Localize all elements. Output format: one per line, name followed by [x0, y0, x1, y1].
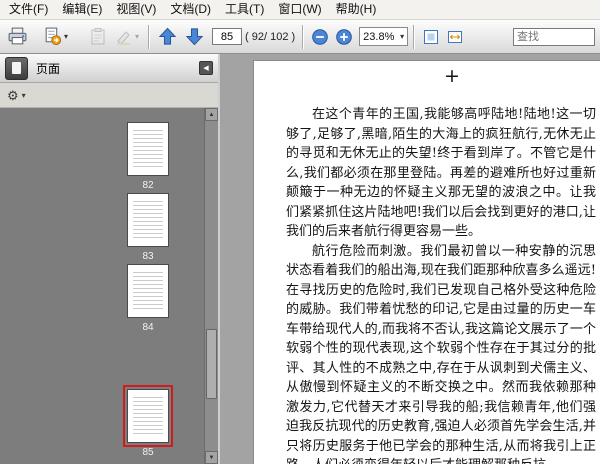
- main-body: 页面 ◀ ⚙ ▾ 82 83 84 85 ▲ ▼ + 在这个青年的王国,我能够高…: [0, 54, 600, 464]
- thumbnail-scrollbar[interactable]: ▲ ▼: [204, 108, 218, 464]
- caret-down-icon: ▾: [400, 32, 405, 41]
- thumbnail-label: 85: [142, 447, 154, 458]
- zoom-out-icon: [312, 28, 328, 45]
- page-text: 在这个青年的王国,我能够高呼陆地!陆地!这一切够了,足够了,黑暗,陌生的大海上的…: [286, 105, 596, 464]
- gear-icon: ⚙: [7, 87, 19, 103]
- page-thumbnail-85[interactable]: 85: [116, 385, 180, 458]
- thumbnail-label: 84: [142, 322, 154, 333]
- menu-edit[interactable]: 编辑(E): [55, 0, 109, 19]
- menu-document[interactable]: 文档(D): [163, 0, 218, 19]
- fit-width-icon: [448, 30, 463, 43]
- highlighter-icon: [117, 30, 131, 45]
- caret-down-icon: ▾: [135, 32, 140, 41]
- scroll-down-button[interactable]: ▼: [205, 451, 218, 464]
- paragraph-1: 在这个青年的王国,我能够高呼陆地!陆地!这一切够了,足够了,黑暗,陌生的大海上的…: [286, 107, 596, 239]
- menu-bar: 文件(F) 编辑(E) 视图(V) 文档(D) 工具(T) 窗口(W) 帮助(H…: [0, 0, 600, 20]
- thumbnail-image: [127, 264, 169, 318]
- collapse-pane-button[interactable]: ◀: [199, 61, 213, 75]
- printer-icon: [8, 27, 27, 45]
- thumbnail-label: 83: [142, 251, 154, 262]
- zoom-in-button[interactable]: [333, 26, 355, 48]
- toolbar-separator: [413, 24, 416, 49]
- caret-down-icon: ▾: [21, 90, 26, 100]
- caret-down-icon: ▾: [64, 32, 69, 41]
- print-button[interactable]: [5, 24, 30, 49]
- thumbnail-image: [127, 193, 169, 247]
- paragraph-2: 航行危险而刺激。我们最初曾以一种安静的沉思状态看着我们的船出海,现在我们距那种欣…: [286, 243, 596, 464]
- clipboard-icon: [91, 27, 105, 44]
- panel-options-row: ⚙ ▾: [0, 83, 218, 108]
- markup-tool-button: ▾: [112, 25, 141, 49]
- page-number-input[interactable]: [212, 28, 243, 45]
- toolbar-separator: [302, 24, 305, 49]
- navigation-pane: 页面 ◀ ⚙ ▾ 82 83 84 85 ▲ ▼: [0, 54, 218, 464]
- crop-mark: +: [444, 65, 460, 87]
- thumbnail-label: 82: [142, 180, 154, 191]
- zoom-value: 23.8%: [363, 30, 395, 43]
- menu-help[interactable]: 帮助(H): [329, 0, 384, 19]
- menu-tools[interactable]: 工具(T): [218, 0, 271, 19]
- arrow-down-icon: [185, 28, 204, 46]
- zoom-out-button[interactable]: [309, 26, 331, 48]
- panel-title: 页面: [36, 61, 61, 76]
- thumbnail-list: 82 83 84 85 ▲ ▼: [0, 108, 218, 464]
- export-button[interactable]: ▾: [40, 24, 70, 49]
- menu-window[interactable]: 窗口(W): [271, 0, 328, 19]
- pdf-page: + 在这个青年的王国,我能够高呼陆地!陆地!这一切够了,足够了,黑暗,陌生的大海…: [253, 60, 600, 464]
- document-view[interactable]: + 在这个青年的王国,我能够高呼陆地!陆地!这一切够了,足够了,黑暗,陌生的大海…: [218, 54, 600, 464]
- arrow-up-icon: [158, 27, 177, 45]
- page-count-label: ( 92/ 102 ): [245, 30, 296, 43]
- toolbar: ▾ ▾ ( 92/ 102 ): [0, 20, 600, 54]
- pages-tab-icon[interactable]: [5, 56, 28, 80]
- pdf-reader-window: 文件(F) 编辑(E) 视图(V) 文档(D) 工具(T) 窗口(W) 帮助(H…: [0, 0, 600, 464]
- thumbnail-image: [127, 122, 169, 176]
- export-document-icon: [45, 27, 62, 46]
- toolbar-separator: [148, 24, 151, 49]
- previous-page-button[interactable]: [155, 24, 180, 49]
- scroll-up-button[interactable]: ▲: [205, 108, 218, 121]
- panel-options-button[interactable]: ⚙ ▾: [7, 89, 26, 102]
- zoom-in-icon: [336, 28, 352, 45]
- pages-panel-header: 页面 ◀: [0, 54, 218, 83]
- page-thumbnail-84[interactable]: 84: [116, 264, 180, 333]
- collapse-left-icon: ◀: [203, 64, 209, 72]
- fit-page-button[interactable]: [420, 26, 442, 48]
- thumbnail-image: [123, 385, 173, 447]
- select-tool-button: [86, 25, 110, 49]
- scrollbar-thumb[interactable]: [206, 328, 217, 399]
- zoom-level-select[interactable]: 23.8% ▾: [359, 27, 409, 46]
- menu-view[interactable]: 视图(V): [109, 0, 163, 19]
- fit-page-icon: [424, 29, 439, 44]
- next-page-button[interactable]: [182, 24, 207, 49]
- page-glyph: [12, 62, 21, 74]
- page-thumbnail-83[interactable]: 83: [116, 193, 180, 262]
- find-input[interactable]: [513, 27, 595, 46]
- menu-file[interactable]: 文件(F): [2, 0, 55, 19]
- page-thumbnail-82[interactable]: 82: [116, 122, 180, 191]
- fit-width-button[interactable]: [444, 26, 466, 48]
